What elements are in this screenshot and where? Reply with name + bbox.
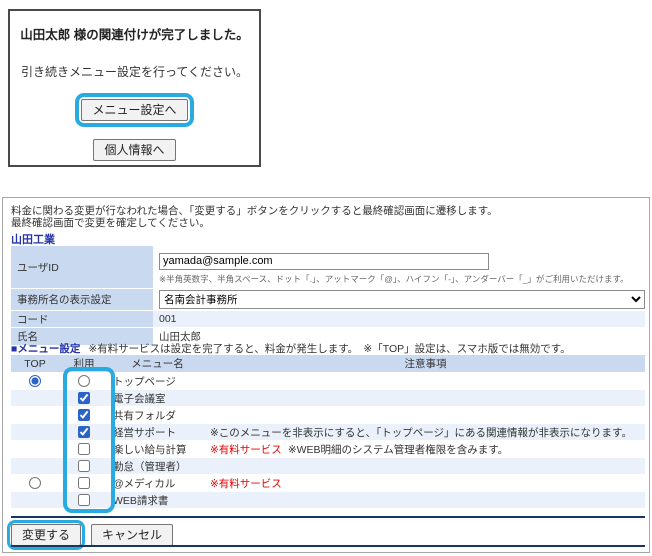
use-checkbox-management-support[interactable] — [78, 426, 90, 438]
code-value: 001 — [153, 311, 645, 327]
menu-name: 楽しい給与計算 — [109, 441, 206, 457]
col-header-notes: 注意事項 — [206, 355, 645, 372]
menu-name: 共有フォルダ — [109, 407, 206, 423]
office-label: 事務所名の表示設定 — [11, 289, 153, 310]
menu-row-management-support: 経営サポート ※このメニューを非表示にすると、「トップページ」にある関連情報が非… — [11, 424, 645, 441]
use-checkbox-medical[interactable] — [78, 477, 90, 489]
use-checkbox-web-invoice[interactable] — [78, 494, 90, 506]
menu-row-payroll: 楽しい給与計算 ※有料サービス ※WEB明細のシステム管理者権限を含みます。 — [11, 441, 645, 458]
menu-row-web-invoice: WEB請求書 — [11, 492, 645, 509]
menu-name: WEB請求書 — [109, 492, 206, 508]
menu-section-title: ■メニュー設定 — [11, 343, 80, 355]
divider-top — [11, 516, 645, 518]
note-text: ※このメニューを非表示にすると、「トップページ」にある関連情報が非表示になります… — [210, 425, 632, 440]
office-select[interactable]: 名南会計事務所 — [159, 290, 645, 309]
company-name: 山田工業 — [11, 231, 55, 247]
use-checkbox-econference[interactable] — [78, 392, 90, 404]
user-id-label: ユーザID — [11, 246, 153, 288]
user-info-form: ユーザID ※半角英数字、半角スペース、ドット「.」、アットマーク「@」、ハイフ… — [11, 246, 645, 346]
menu-row-shared-folder: 共有フォルダ — [11, 407, 645, 424]
menu-settings-button[interactable]: メニュー設定へ — [81, 99, 187, 121]
menu-name: 電子会議室 — [109, 390, 206, 406]
menu-note — [206, 492, 645, 508]
menu-row-top-page: トップページ — [11, 373, 645, 390]
paid-service-note: ※有料サービス — [210, 476, 282, 491]
menu-note — [206, 373, 645, 389]
paid-service-note: ※有料サービス — [210, 442, 282, 457]
user-id-note: ※半角英数字、半角スペース、ドット「.」、アットマーク「@」、ハイフン「-」、ア… — [159, 273, 645, 285]
form-row-office: 事務所名の表示設定 名南会計事務所 — [11, 289, 645, 310]
menu-note: ※有料サービス ※WEB明細のシステム管理者権限を含みます。 — [206, 441, 645, 457]
personal-info-button[interactable]: 個人情報へ — [93, 139, 175, 161]
use-checkbox-attendance[interactable] — [78, 460, 90, 472]
menu-note: ※有料サービス — [206, 475, 645, 491]
top-radio-top-page[interactable] — [29, 375, 41, 387]
menu-note — [206, 407, 645, 423]
col-header-menu-name: メニュー名 — [109, 355, 206, 372]
use-radio-top-page[interactable] — [78, 375, 90, 387]
menu-name: @メディカル — [109, 475, 206, 491]
form-row-user-id: ユーザID ※半角英数字、半角スペース、ドット「.」、アットマーク「@」、ハイフ… — [11, 246, 645, 288]
menu-name: トップページ — [109, 373, 206, 389]
submit-button[interactable]: 変更する — [11, 524, 81, 546]
menu-table-header: TOP 利用 メニュー名 注意事項 — [11, 355, 645, 373]
user-id-value-cell: ※半角英数字、半角スペース、ドット「.」、アットマーク「@」、ハイフン「-」、ア… — [153, 246, 645, 288]
menu-row-econference: 電子会議室 — [11, 390, 645, 407]
menu-table: TOP 利用 メニュー名 注意事項 トップページ 電子会議室 共有フォルダ — [11, 355, 645, 509]
menu-name: 経営サポート — [109, 424, 206, 440]
menu-section-note: ※有料サービスは設定を完了すると、料金が発生します。 ※「TOP」設定は、スマホ… — [88, 343, 570, 355]
menu-note: ※このメニューを非表示にすると、「トップページ」にある関連情報が非表示になります… — [206, 424, 645, 440]
dialog-message: 引き続きメニュー設定を行ってください。 — [10, 63, 259, 80]
divider-bottom — [11, 545, 645, 547]
form-row-code: コード 001 — [11, 311, 645, 327]
user-settings-panel: 料金に関わる変更が行なわれた場合、「変更する」ボタンをクリックすると最終確認画面… — [2, 197, 650, 553]
menu-row-medical: @メディカル ※有料サービス — [11, 475, 645, 492]
col-header-top: TOP — [11, 355, 59, 372]
office-value-cell: 名南会計事務所 — [153, 289, 645, 310]
note-text: ※WEB明細のシステム管理者権限を含みます。 — [288, 442, 508, 457]
dialog-title: 山田太郎 様の関連付けが完了しました。 — [10, 24, 259, 43]
menu-section-title-row: ■メニュー設定 ※有料サービスは設定を完了すると、料金が発生します。 ※「TOP」… — [11, 341, 571, 356]
menu-row-attendance: 勤怠（管理者） — [11, 458, 645, 475]
code-label: コード — [11, 311, 153, 327]
user-id-input[interactable] — [159, 253, 489, 270]
use-checkbox-shared-folder[interactable] — [78, 409, 90, 421]
association-complete-dialog: 山田太郎 様の関連付けが完了しました。 引き続きメニュー設定を行ってください。 … — [8, 9, 261, 167]
cancel-button[interactable]: キャンセル — [91, 524, 173, 546]
col-header-use: 利用 — [59, 355, 109, 372]
personal-info-button-row: 個人情報へ — [10, 139, 259, 161]
top-radio-medical[interactable] — [29, 477, 41, 489]
menu-note — [206, 458, 645, 474]
highlight-ring-menu-settings: メニュー設定へ — [75, 93, 193, 127]
use-checkbox-payroll[interactable] — [78, 443, 90, 455]
intro-line-2: 最終確認画面で変更を確定してください。 — [11, 215, 210, 230]
menu-name: 勤怠（管理者） — [109, 458, 206, 474]
menu-note — [206, 390, 645, 406]
menu-settings-button-row: メニュー設定へ — [10, 93, 259, 127]
